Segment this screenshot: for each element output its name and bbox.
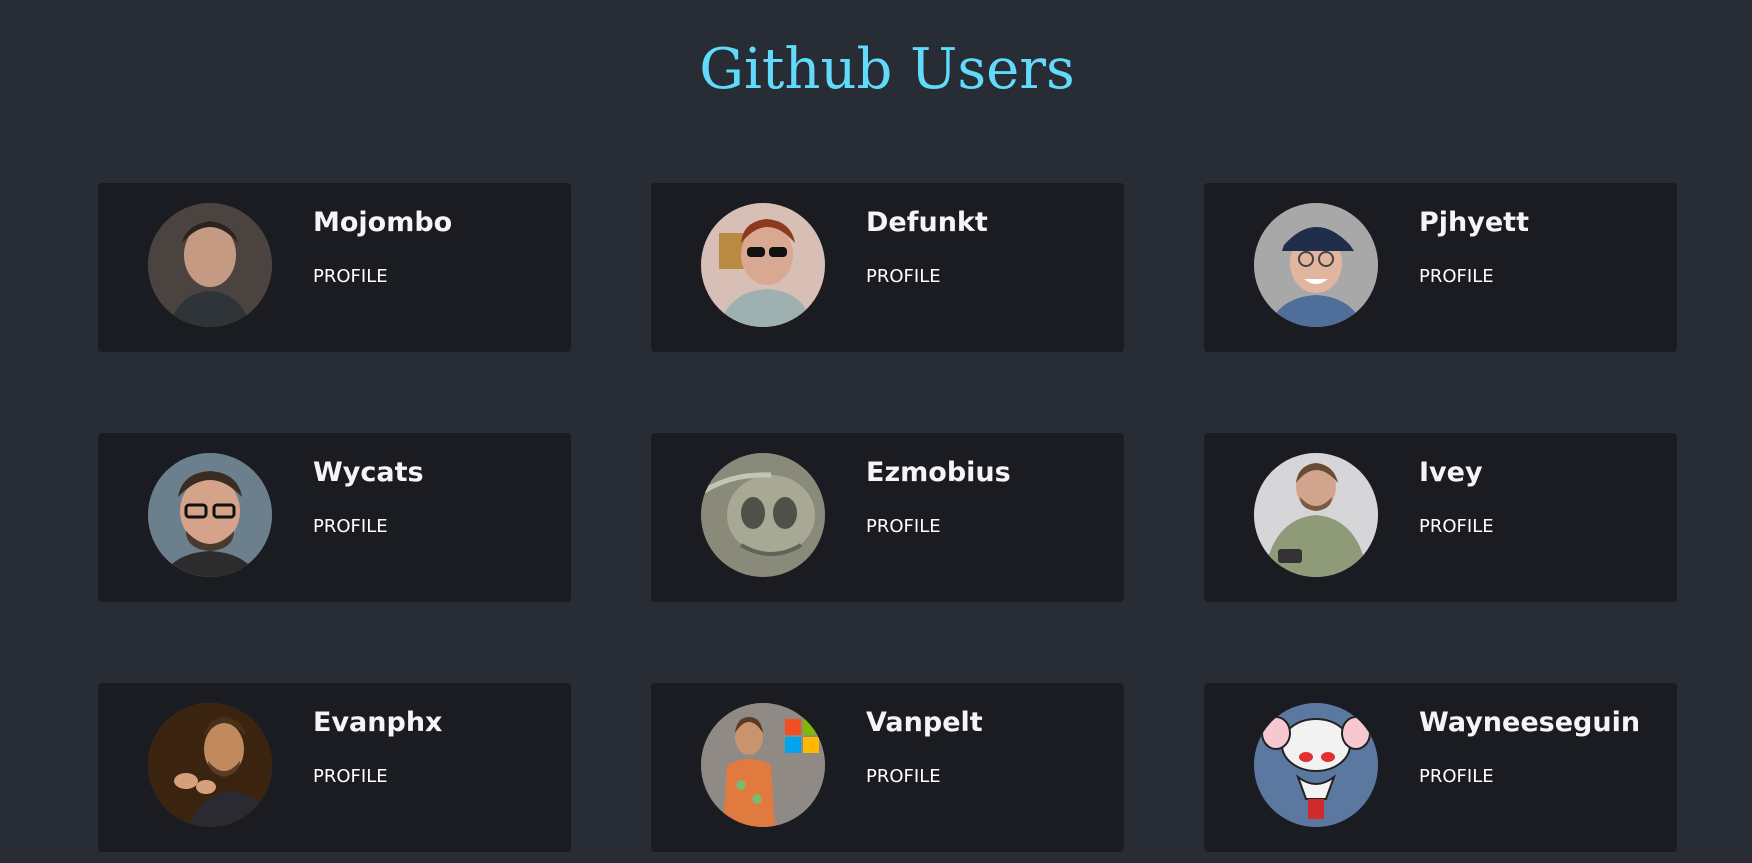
- user-name: Wycats: [313, 457, 424, 488]
- users-grid: Mojombo PROFILE Defunkt PROFILE Pjhyett …: [98, 183, 1677, 852]
- user-name: Pjhyett: [1419, 207, 1529, 238]
- profile-link[interactable]: PROFILE: [1419, 515, 1494, 539]
- avatar: [1254, 703, 1378, 827]
- avatar: [1254, 203, 1378, 327]
- user-card: Wayneeseguin PROFILE: [1204, 683, 1677, 852]
- user-card: Vanpelt PROFILE: [651, 683, 1124, 852]
- avatar: [701, 453, 825, 577]
- avatar: [148, 203, 272, 327]
- profile-link[interactable]: PROFILE: [866, 265, 941, 289]
- user-name: Mojombo: [313, 207, 453, 238]
- user-name: Ezmobius: [866, 457, 1011, 488]
- user-card: Pjhyett PROFILE: [1204, 183, 1677, 352]
- avatar: [148, 453, 272, 577]
- avatar: [701, 703, 825, 827]
- profile-link[interactable]: PROFILE: [1419, 265, 1494, 289]
- profile-link[interactable]: PROFILE: [313, 265, 388, 289]
- profile-link[interactable]: PROFILE: [866, 515, 941, 539]
- profile-link[interactable]: PROFILE: [313, 765, 388, 789]
- user-name: Evanphx: [313, 707, 443, 738]
- profile-link[interactable]: PROFILE: [1419, 765, 1494, 789]
- avatar: [701, 203, 825, 327]
- user-card: Ezmobius PROFILE: [651, 433, 1124, 602]
- avatar: [1254, 453, 1378, 577]
- user-card: Mojombo PROFILE: [98, 183, 571, 352]
- profile-link[interactable]: PROFILE: [866, 765, 941, 789]
- user-name: Vanpelt: [866, 707, 983, 738]
- avatar: [148, 703, 272, 827]
- user-card: Defunkt PROFILE: [651, 183, 1124, 352]
- user-card: Wycats PROFILE: [98, 433, 571, 602]
- page-title: Github Users: [699, 37, 1075, 102]
- profile-link[interactable]: PROFILE: [313, 515, 388, 539]
- user-name: Wayneeseguin: [1419, 707, 1641, 738]
- user-name: Defunkt: [866, 207, 988, 238]
- user-name: Ivey: [1419, 457, 1483, 488]
- user-card: Evanphx PROFILE: [98, 683, 571, 852]
- user-card: Ivey PROFILE: [1204, 433, 1677, 602]
